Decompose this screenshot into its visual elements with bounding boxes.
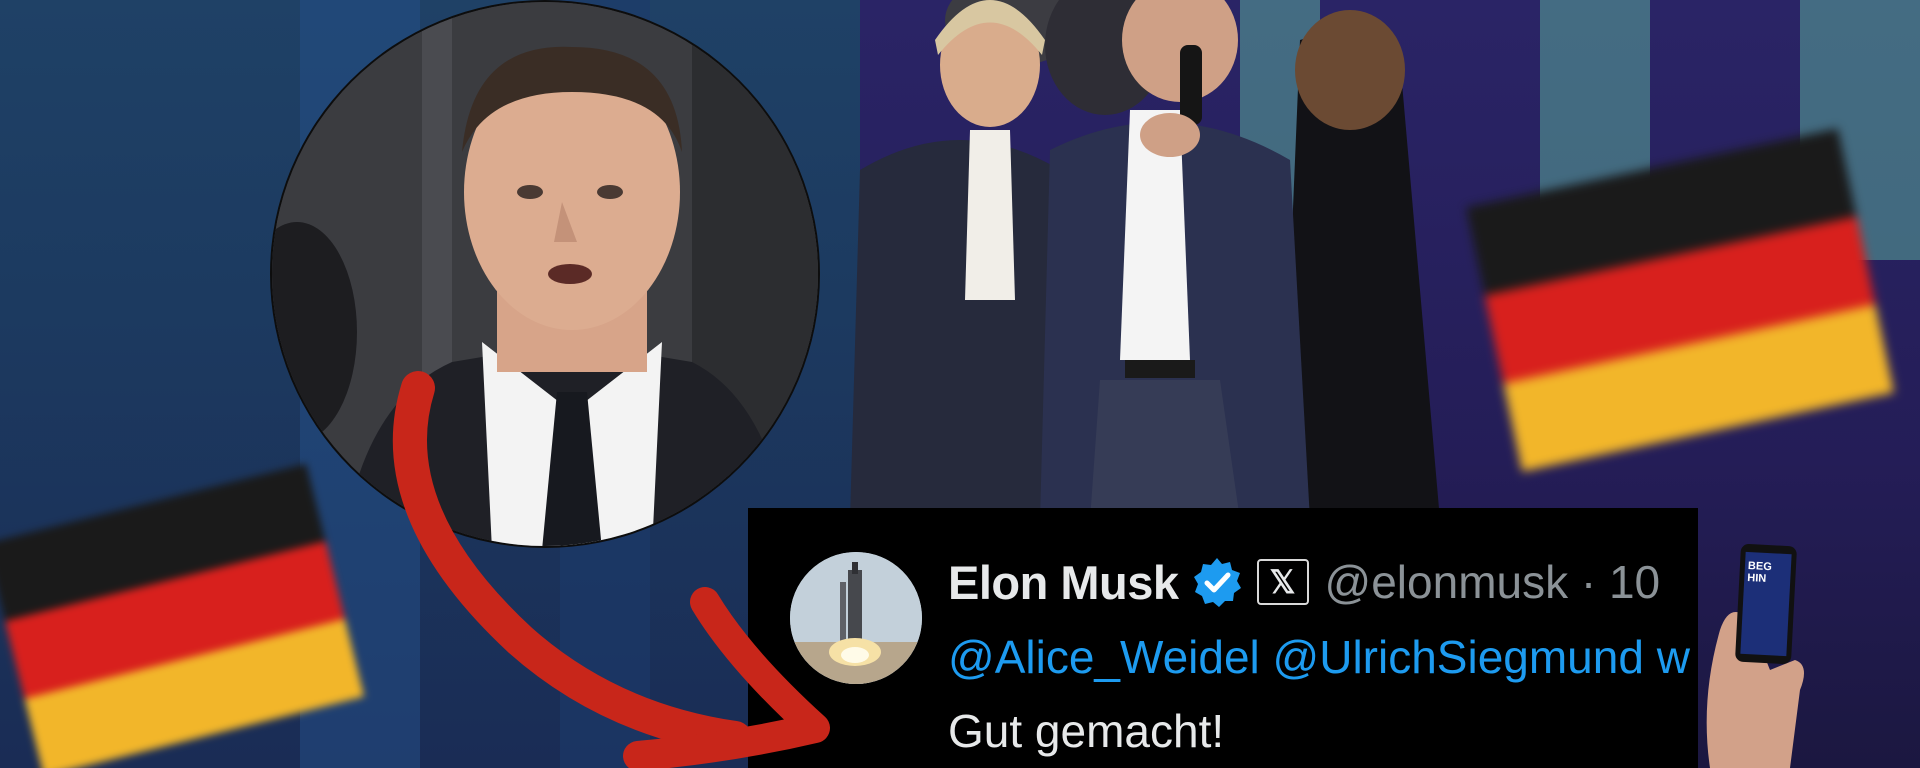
rocket-launch-icon [790, 552, 922, 684]
tweet-header: Elon Musk 𝕏 @elonmusk · 10 [948, 550, 1660, 614]
display-name[interactable]: Elon Musk [948, 555, 1179, 610]
handle-and-time[interactable]: @elonmusk · 10 [1325, 555, 1661, 609]
portrait-photo [272, 2, 818, 546]
verified-badge-icon [1193, 558, 1241, 607]
x-logo-icon: 𝕏 [1256, 559, 1309, 605]
avatar[interactable] [790, 552, 922, 684]
portrait-circle [270, 0, 820, 548]
phone-screen: BEG HIN [1740, 551, 1792, 657]
tweet-mentions[interactable]: @Alice_Weidel @UlrichSiegmund w [948, 630, 1690, 684]
tweet-card[interactable]: Elon Musk 𝕏 @elonmusk · 10 @Alice_Weidel… [748, 508, 1698, 768]
phone: BEG HIN [1734, 543, 1798, 665]
collage: Elon Musk 𝕏 @elonmusk · 10 @Alice_Weidel… [0, 0, 1920, 768]
stage-people-photo [850, 0, 1440, 520]
tweet-text: Gut gemacht! [948, 705, 1225, 757]
phone-screen-text: BEG HIN [1747, 560, 1773, 585]
